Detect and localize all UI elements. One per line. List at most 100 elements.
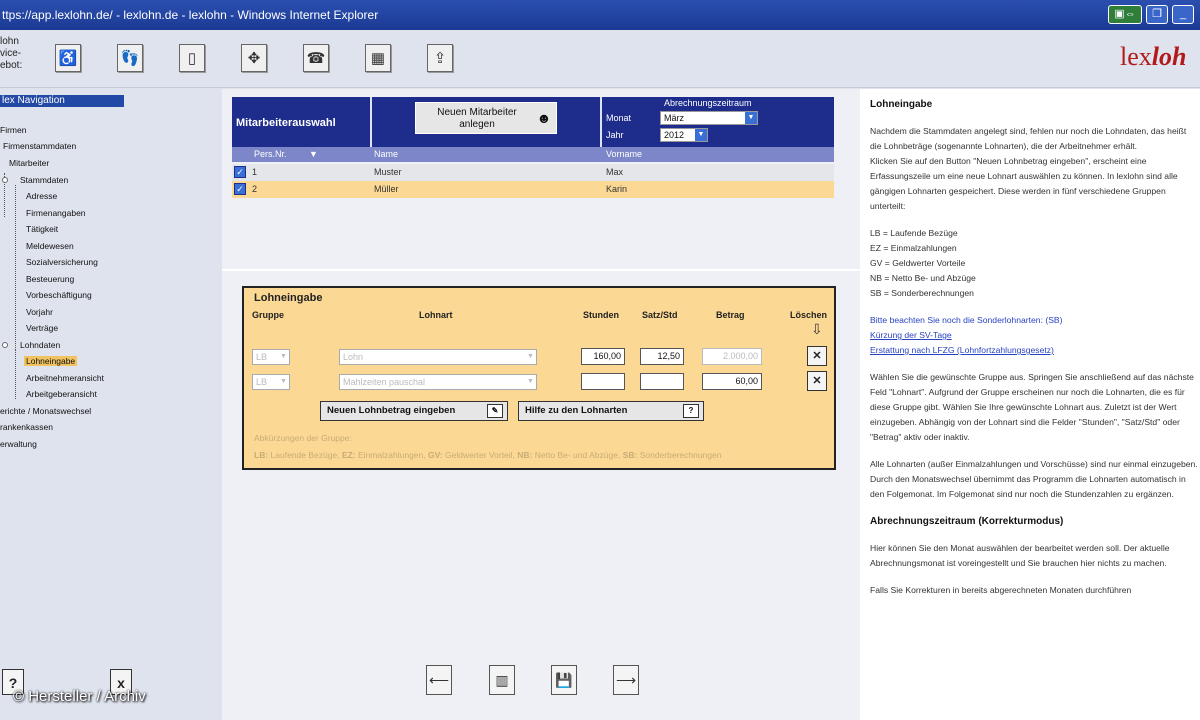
sidebar-header: lex Navigation: [0, 95, 124, 107]
col-gruppe: Gruppe: [252, 310, 285, 320]
help-group-item: EZ = Einmalzahlungen: [870, 243, 957, 253]
nav-item-firmenangaben[interactable]: Firmenangaben: [26, 208, 86, 218]
year-value: 2012: [664, 130, 685, 140]
help-paragraph: Falls Sie Korrekturen in bereits abgerec…: [870, 585, 1132, 595]
nav-item-vertraege[interactable]: Verträge: [26, 323, 58, 333]
minimize-icon[interactable]: _: [1172, 5, 1194, 24]
tree-line: [15, 185, 16, 350]
month-select[interactable]: März ▼: [660, 111, 758, 125]
new-wage-label: Neuen Lohnbetrag eingeben: [327, 405, 456, 416]
checkbox-icon[interactable]: ✓: [234, 183, 246, 195]
nav-item-lohneingabe[interactable]: Lohneingabe: [24, 356, 78, 366]
back-button[interactable]: ⟵: [426, 665, 452, 695]
nav-item-krankenkassen[interactable]: rankenkassen: [0, 422, 53, 432]
nav-item-besteuerung[interactable]: Besteuerung: [26, 274, 74, 284]
toolbar-icon-calculator[interactable]: ▦: [365, 44, 391, 72]
nav-item-verwaltung[interactable]: erwaltung: [0, 439, 37, 449]
toolbar-label-line: vice-: [0, 48, 22, 59]
year-select[interactable]: 2012 ▼: [660, 128, 708, 142]
toolbar-icon-upload[interactable]: ⇪: [427, 44, 453, 72]
delete-row-button[interactable]: ✕: [807, 346, 827, 366]
nav-item-arbeitgeberansicht[interactable]: Arbeitgeberansicht: [26, 389, 97, 399]
nav-item-firmenstammdaten[interactable]: Firmenstammdaten: [3, 141, 76, 151]
chevron-down-icon: ▼: [280, 353, 287, 360]
nav-item-vorbeschaeftigung[interactable]: Vorbeschäftigung: [26, 290, 92, 300]
group-select[interactable]: LB ▼: [252, 349, 290, 365]
tree-line: [15, 349, 16, 399]
nav-item-firmen[interactable]: Firmen: [0, 125, 26, 135]
wage-type-value: Lohn: [343, 352, 364, 362]
abbr-value: Sonderberechnungen: [639, 450, 722, 460]
rate-input[interactable]: 12,50: [640, 348, 684, 365]
col-pers-nr-label: Pers.Nr.: [254, 149, 287, 159]
col-loeschen: Löschen: [790, 310, 828, 320]
toolbar-label-line: ebot:: [0, 60, 23, 71]
abbr-value: Einmalzahlungen,: [358, 450, 426, 460]
wage-type-select[interactable]: Mahlzeiten pauschal ▼: [339, 374, 537, 390]
toolbar-extra-icon[interactable]: ▣⇔: [1108, 5, 1142, 24]
toolbar-icon-phone[interactable]: ☎: [303, 44, 329, 72]
tree-node-icon[interactable]: [2, 342, 8, 348]
tree-node-icon[interactable]: [2, 177, 8, 183]
wage-help-label: Hilfe zu den Lohnarten: [525, 405, 628, 416]
abbr-key: LB:: [254, 450, 269, 460]
checkbox-icon[interactable]: ✓: [234, 166, 246, 178]
delete-row-button[interactable]: ✕: [807, 371, 827, 391]
help-link-lfzg[interactable]: Erstattung nach LFZG (Lohnfortzahlungsge…: [870, 345, 1054, 355]
nav-item-adresse[interactable]: Adresse: [26, 191, 57, 201]
amount-input[interactable]: 60,00: [702, 373, 762, 390]
section-divider: [222, 269, 860, 271]
wage-help-button[interactable]: Hilfe zu den Lohnarten?: [518, 401, 704, 421]
help-link-sv-tage[interactable]: Kürzung der SV-Tage: [870, 330, 952, 340]
new-wage-button[interactable]: Neuen Lohnbetrag eingeben ✎: [320, 401, 508, 421]
rate-input[interactable]: [640, 373, 684, 390]
wage-type-select[interactable]: Lohn ▼: [339, 349, 537, 365]
chevron-down-icon: ▼: [280, 378, 287, 385]
abbr-value: Netto Be- und Abzüge,: [534, 450, 621, 460]
nav-item-lohndaten[interactable]: Lohndaten: [20, 340, 60, 350]
toolbar-icon-person-chair[interactable]: ♿: [55, 44, 81, 72]
nav-item-sozialversicherung[interactable]: Sozialversicherung: [26, 257, 98, 267]
help-group-item: GV = Geldwerter Vorteile: [870, 258, 966, 268]
group-value: LB: [256, 352, 268, 362]
hours-input[interactable]: [581, 373, 625, 390]
col-pers-nr[interactable]: Pers.Nr. ▼: [254, 147, 318, 162]
nav-item-mitarbeiter[interactable]: Mitarbeiter: [9, 158, 49, 168]
help-group-item: NB = Netto Be- und Abzüge: [870, 273, 976, 283]
window-controls: ▣⇔ ❐ _: [1108, 5, 1194, 24]
new-employee-button[interactable]: Neuen Mitarbeiter anlegen ☻: [415, 102, 557, 134]
restore-icon[interactable]: ❐: [1146, 5, 1168, 24]
abbr-key: EZ:: [341, 450, 356, 460]
help-subtitle: Abrechnungszeitraum (Korrekturmodus): [870, 516, 1064, 527]
toolbar-icon-footprints[interactable]: 👣: [117, 44, 143, 72]
sort-down-icon: ▼: [309, 149, 318, 159]
col-name[interactable]: Name: [374, 147, 398, 162]
person-icon: ☻: [536, 110, 552, 126]
help-group-item: LB = Laufende Bezüge: [870, 228, 958, 238]
chevron-down-icon: ▼: [695, 129, 707, 141]
toolbar-icon-arrows[interactable]: ✥: [241, 44, 267, 72]
forward-button[interactable]: ⟶: [613, 665, 639, 695]
nav-item-taetigkeit[interactable]: Tätigkeit: [26, 224, 58, 234]
hours-input[interactable]: 160,00: [581, 348, 625, 365]
amount-input[interactable]: 2.000,00: [702, 348, 762, 365]
logo-part-lohn: loh: [1151, 42, 1187, 71]
group-select[interactable]: LB ▼: [252, 374, 290, 390]
table-row[interactable]: ✓ 2 Müller Karin: [232, 181, 834, 198]
new-employee-label: anlegen: [459, 119, 495, 130]
toolbar-icon-door[interactable]: ▯: [179, 44, 205, 72]
nav-item-stammdaten[interactable]: Stammdaten: [20, 175, 68, 185]
nav-item-berichte[interactable]: erichte / Monatswechsel: [0, 406, 91, 416]
nav-item-vorjahr[interactable]: Vorjahr: [26, 307, 53, 317]
save-button[interactable]: 💾: [551, 665, 577, 695]
wage-entry-panel: Lohneingabe Gruppe Lohnart Stunden Satz/…: [242, 286, 836, 470]
nav-item-arbeitnehmeransicht[interactable]: Arbeitnehmeransicht: [26, 373, 104, 383]
table-row[interactable]: ✓ 1 Muster Max: [232, 164, 834, 181]
col-vorname[interactable]: Vorname: [606, 147, 642, 162]
employee-table-header: Pers.Nr. ▼ Name Vorname: [232, 147, 834, 162]
nav-item-meldewesen[interactable]: Meldewesen: [26, 241, 74, 251]
period-title: Abrechnungszeitraum: [664, 98, 752, 108]
book-icon-button[interactable]: ▥: [489, 665, 515, 695]
col-betrag: Betrag: [716, 310, 745, 320]
col-satz: Satz/Std: [642, 310, 678, 320]
